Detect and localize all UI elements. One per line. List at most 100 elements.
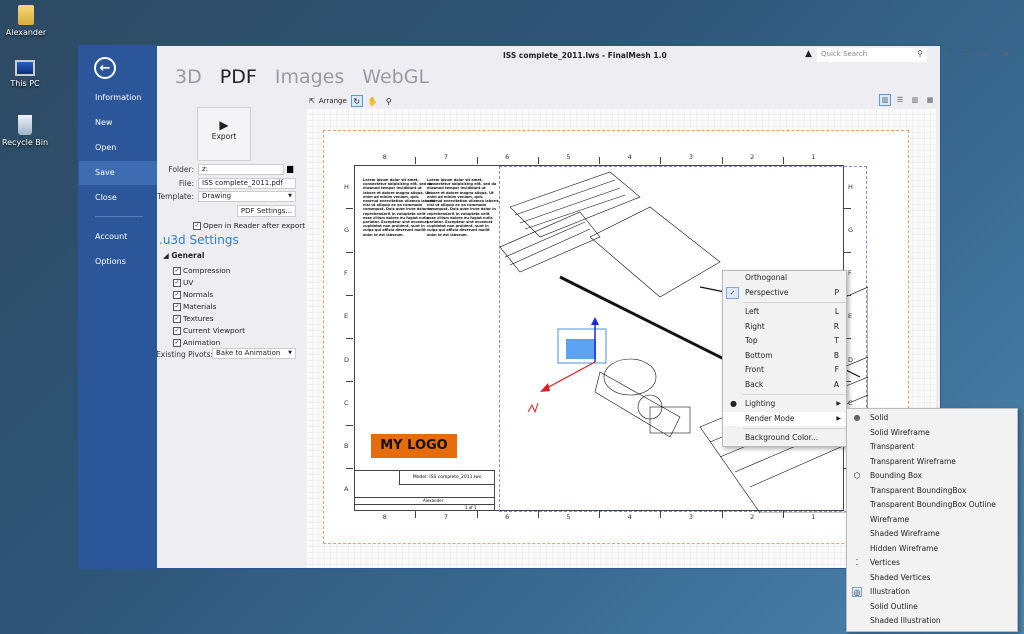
option-textures[interactable]: ✓ Textures <box>173 314 214 323</box>
option-compression[interactable]: ✓ Compression <box>173 266 230 275</box>
render-mode-shaded-illustration[interactable]: Shaded Illustration <box>847 614 1017 629</box>
menu-item-background-color[interactable]: Background Color... <box>723 431 846 446</box>
restore-button[interactable]: ▫ <box>982 49 987 58</box>
menu-item-bottom[interactable]: Bottom B <box>723 349 846 364</box>
open-in-reader-label: Open in Reader after export <box>203 221 306 230</box>
column-label-2: 2 <box>750 153 755 161</box>
single-view-icon[interactable]: ▥ <box>879 94 891 106</box>
option-normals[interactable]: ✓ Normals <box>173 290 213 299</box>
desktop-icon-label: Alexander <box>5 28 47 37</box>
menu-item-render-mode[interactable]: Render Mode ▶ <box>723 411 846 426</box>
row-label-F: F <box>848 269 852 278</box>
back-arrow-icon[interactable]: ← <box>94 57 116 79</box>
existing-pivots-select[interactable]: Bake to Animation ▼ <box>212 348 296 359</box>
text-block-1[interactable]: Lorem ipsum dolor sit amet, consectetur … <box>363 178 435 237</box>
tab-images[interactable]: Images <box>275 66 344 88</box>
menu-item-perspective[interactable]: ✓ Perspective P <box>723 286 846 301</box>
logo-placeholder[interactable]: MY LOGO <box>371 434 457 458</box>
pan-hand-icon[interactable]: ✋ <box>367 95 379 107</box>
recycle-bin-icon <box>18 115 32 135</box>
render-mode-transparent-boundingbox[interactable]: Transparent BoundingBox <box>847 484 1017 499</box>
pdf-settings-button[interactable]: PDF Settings... <box>237 205 296 217</box>
menu-item-label: Transparent BoundingBox Outline <box>870 500 996 509</box>
menu-item-right[interactable]: Right R <box>723 320 846 335</box>
template-select[interactable]: Drawing ▼ <box>198 191 296 202</box>
horizontal-split-icon[interactable]: ☰ <box>894 94 906 106</box>
option-animation[interactable]: ✓ Animation <box>173 338 220 347</box>
row-label-E: E <box>848 312 853 321</box>
option-current-viewport[interactable]: ✓ Current Viewport <box>173 326 245 335</box>
help-button[interactable]: ? <box>944 49 948 58</box>
title-block: Model: ISS complete_2011.lws Alexander 1… <box>355 470 495 510</box>
module <box>603 358 657 396</box>
render-mode-shaded-vertices[interactable]: Shaded Vertices <box>847 571 1017 586</box>
checkbox-icon: ✓ <box>173 315 181 323</box>
desktop-icon-alexander[interactable]: Alexander <box>0 5 56 37</box>
menu-item-top[interactable]: Top T <box>723 334 846 349</box>
row-label-B: B <box>344 442 349 451</box>
render-mode-solid[interactable]: ● Solid <box>847 411 1017 426</box>
folder-field[interactable]: z: <box>198 164 284 175</box>
browse-folder-icon[interactable]: ▆ <box>287 164 293 173</box>
column-label-6: 6 <box>505 153 510 161</box>
render-mode-hidden-wireframe[interactable]: Hidden Wireframe <box>847 542 1017 557</box>
ruler-tick <box>660 157 662 164</box>
general-group-toggle[interactable]: ◢ General <box>163 251 204 260</box>
backstage-item-open[interactable]: Open <box>79 136 157 160</box>
menu-item-front[interactable]: Front F <box>723 363 846 378</box>
export-button[interactable]: ▶ Export <box>197 107 251 161</box>
backstage-item-new[interactable]: New <box>79 111 157 135</box>
render-mode-wireframe[interactable]: Wireframe <box>847 513 1017 528</box>
row-label-D: D <box>848 355 854 364</box>
arrange-button[interactable]: Arrange <box>319 97 347 105</box>
render-mode-vertices[interactable]: ⁚ Vertices <box>847 556 1017 571</box>
render-mode-solid-outline[interactable]: Solid Outline <box>847 600 1017 615</box>
mode-tabs: 3D PDF Images WebGL <box>175 66 441 88</box>
backstage-item-account[interactable]: Account <box>79 225 157 249</box>
quick-search-input[interactable]: Quick Search ⚲ <box>817 48 927 62</box>
title-block-sheet: 1 of 1 <box>465 505 477 510</box>
close-button[interactable]: ✕ <box>1003 49 1010 58</box>
vertical-split-icon[interactable]: ▥ <box>909 94 921 106</box>
file-label: File: <box>178 179 194 188</box>
search-icon[interactable]: ⚲ <box>917 49 923 58</box>
render-mode-solid-wireframe[interactable]: Solid Wireframe <box>847 426 1017 441</box>
tab-webgl[interactable]: WebGL <box>362 66 429 88</box>
column-label-8: 8 <box>382 153 387 161</box>
shortcut-key: R <box>833 321 839 331</box>
menu-item-back[interactable]: Back A <box>723 378 846 393</box>
menu-item-orthogonal[interactable]: Orthogonal <box>723 271 846 286</box>
quad-view-icon[interactable]: ▦ <box>924 94 936 106</box>
export-label: Export <box>211 132 237 141</box>
desktop-icon-recycle-bin[interactable]: Recycle Bin <box>0 115 55 147</box>
render-mode-transparent-boundingbox-outline[interactable]: Transparent BoundingBox Outline <box>847 498 1017 513</box>
minimize-button[interactable]: — <box>962 49 970 58</box>
render-mode-bounding-box[interactable]: ⬡ Bounding Box <box>847 469 1017 484</box>
warning-icon[interactable]: ▲ <box>805 49 812 59</box>
tab-pdf[interactable]: PDF <box>220 66 257 88</box>
ruler-tick <box>537 511 539 518</box>
zoom-icon[interactable]: ⚲ <box>383 95 395 107</box>
desktop-icon-this-pc[interactable]: This PC <box>0 60 55 88</box>
menu-item-label: Hidden Wireframe <box>870 543 939 553</box>
user-folder-icon <box>18 5 34 25</box>
backstage-item-information[interactable]: Information <box>79 86 157 110</box>
backstage-item-options[interactable]: Options <box>79 250 157 274</box>
render-mode-illustration[interactable]: ◎ Illustration <box>847 585 1017 600</box>
render-mode-shaded-wireframe[interactable]: Shaded Wireframe <box>847 527 1017 542</box>
menu-item-left[interactable]: Left L <box>723 305 846 320</box>
menu-item-label: Shaded Illustration <box>870 616 941 625</box>
option-label: Compression <box>183 266 231 275</box>
option-materials[interactable]: ✓ Materials <box>173 302 216 311</box>
render-mode-transparent-wireframe[interactable]: Transparent Wireframe <box>847 455 1017 470</box>
option-uv[interactable]: ✓ UV <box>173 278 193 287</box>
file-field[interactable]: ISS complete_2011.pdf <box>198 178 296 189</box>
backstage-divider <box>95 216 143 217</box>
render-mode-transparent[interactable]: Transparent <box>847 440 1017 455</box>
menu-item-lighting[interactable]: ● Lighting ▶ <box>723 397 846 412</box>
rotate-icon[interactable]: ↻ <box>350 95 363 107</box>
open-in-reader-checkbox[interactable]: ✓ Open in Reader after export <box>193 221 305 230</box>
text-block-2[interactable]: Lorem ipsum dolor sit amet, consectetur … <box>427 178 499 237</box>
row-label-C: C <box>848 398 853 407</box>
tab-3d[interactable]: 3D <box>175 66 202 88</box>
